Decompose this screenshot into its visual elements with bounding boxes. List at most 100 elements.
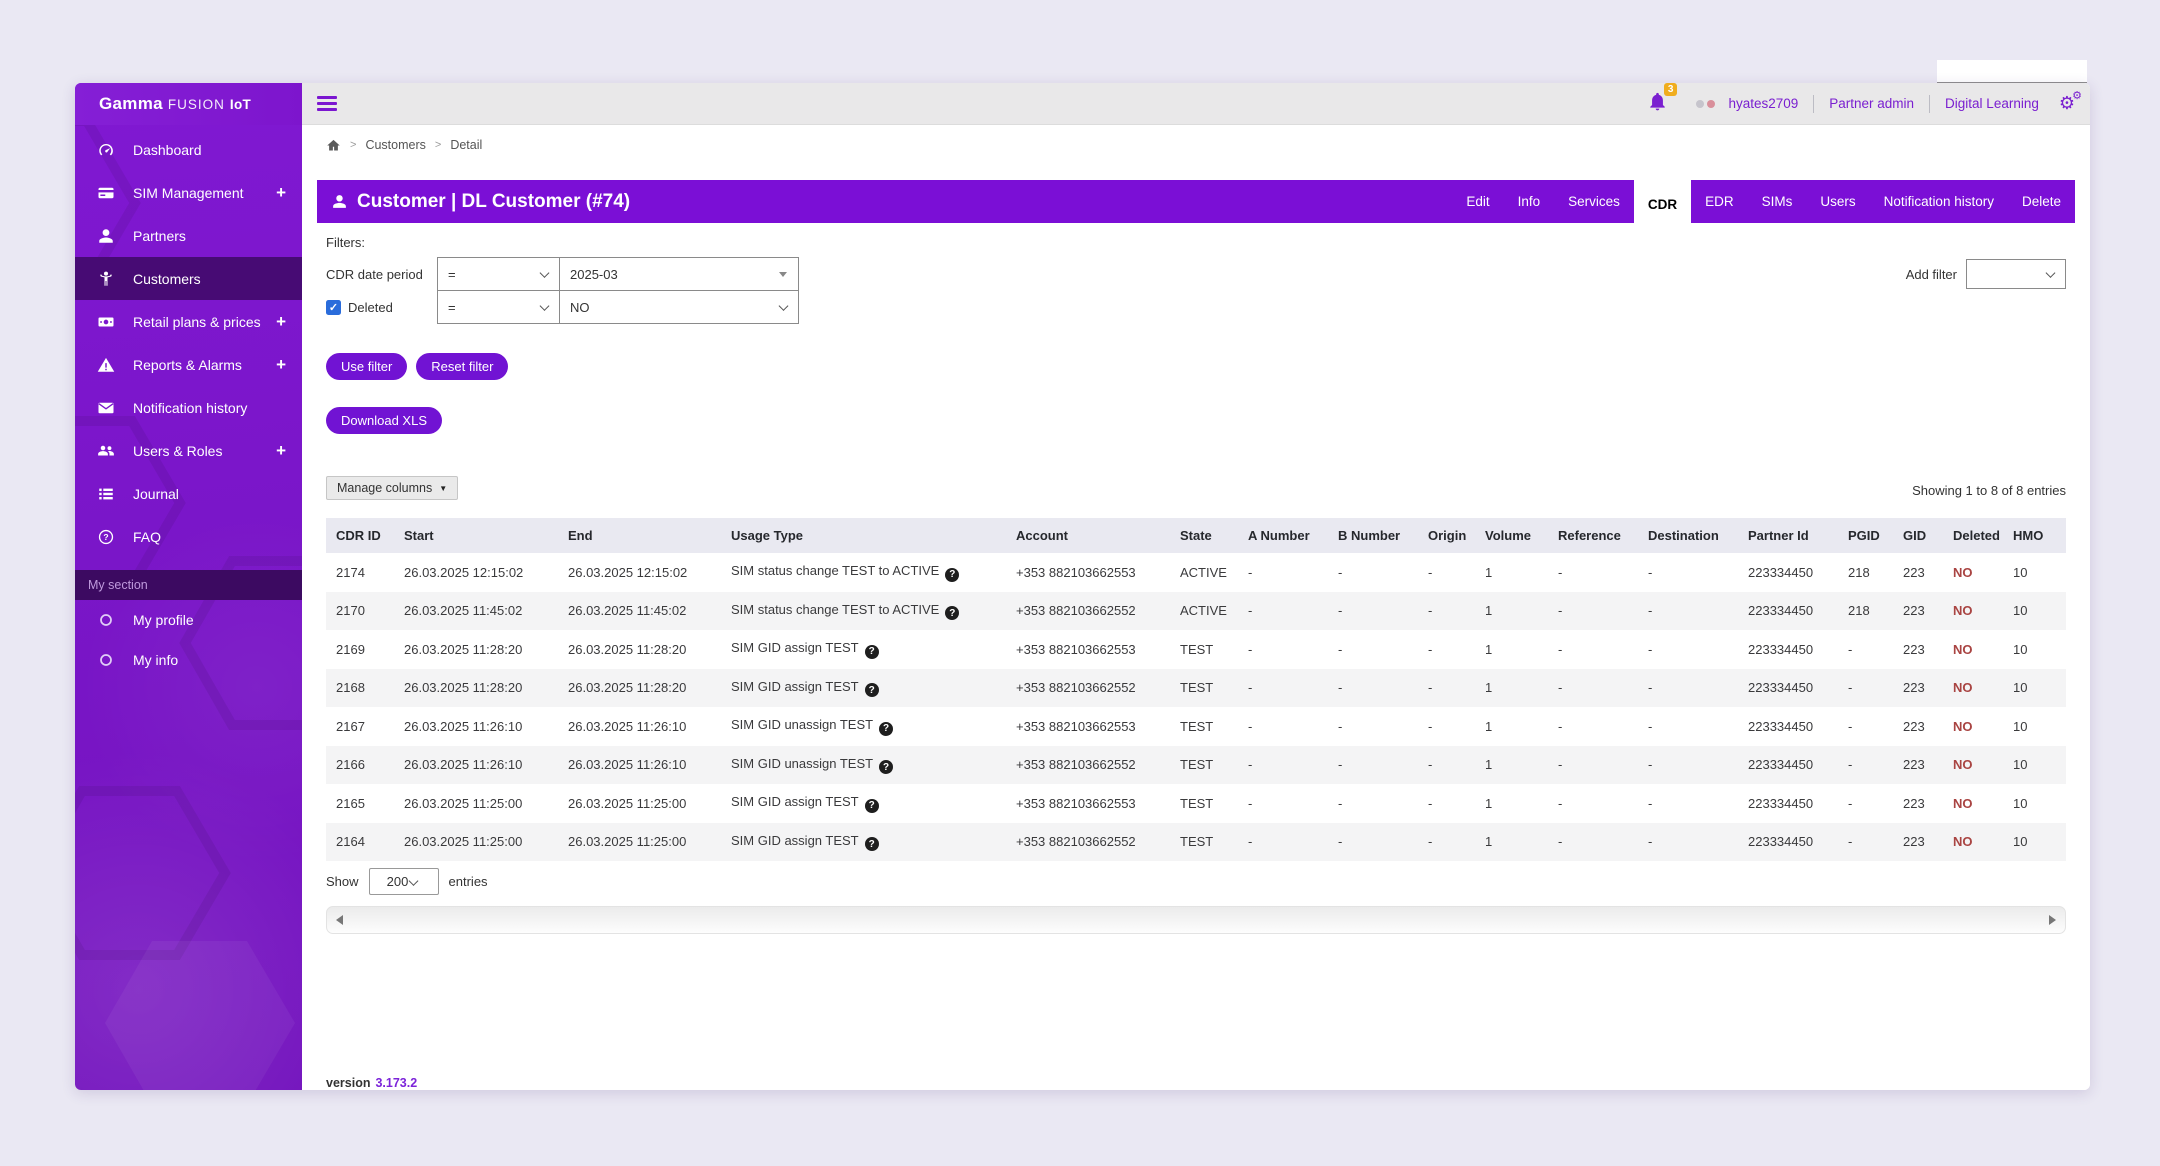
triangle-down-icon bbox=[779, 272, 787, 277]
help-icon[interactable]: ? bbox=[945, 568, 959, 582]
sidebar-item-reports-alarms[interactable]: Reports & Alarms+ bbox=[75, 343, 302, 386]
help-icon[interactable]: ? bbox=[865, 683, 879, 697]
column-header-gid[interactable]: GID bbox=[1895, 518, 1945, 553]
help-icon[interactable]: ? bbox=[865, 645, 879, 659]
help-icon[interactable]: ? bbox=[945, 606, 959, 620]
expand-plus-icon[interactable]: + bbox=[276, 355, 286, 375]
download-xls-button[interactable]: Download XLS bbox=[326, 407, 442, 434]
column-header-start[interactable]: Start bbox=[396, 518, 560, 553]
cell-end: 26.03.2025 12:15:02 bbox=[560, 553, 723, 592]
horizontal-scrollbar[interactable] bbox=[326, 906, 2066, 934]
tab-services[interactable]: Services bbox=[1554, 180, 1634, 223]
filter-value-select[interactable]: NO bbox=[559, 290, 799, 324]
help-icon[interactable]: ? bbox=[879, 760, 893, 774]
column-header-destination[interactable]: Destination bbox=[1640, 518, 1740, 553]
sidebar-item-partners[interactable]: Partners bbox=[75, 214, 302, 257]
tab-delete[interactable]: Delete bbox=[2008, 180, 2075, 223]
tab-users[interactable]: Users bbox=[1806, 180, 1869, 223]
tab-cdr[interactable]: CDR bbox=[1634, 180, 1691, 229]
settings-gears-icon[interactable]: ⚙⚙ bbox=[2059, 95, 2075, 113]
version-value[interactable]: 3.173.2 bbox=[375, 1076, 417, 1090]
filter-operator-select[interactable]: = bbox=[437, 257, 560, 291]
tab-edit[interactable]: Edit bbox=[1452, 180, 1503, 223]
tab-notification-history[interactable]: Notification history bbox=[1870, 180, 2008, 223]
notifications-button[interactable]: 3 bbox=[1647, 91, 1668, 117]
cell-volume: 1 bbox=[1477, 592, 1550, 631]
cell-end: 26.03.2025 11:28:20 bbox=[560, 630, 723, 669]
column-header-cdr-id[interactable]: CDR ID bbox=[326, 518, 396, 553]
home-icon[interactable] bbox=[326, 138, 341, 153]
cell-reference: - bbox=[1550, 823, 1640, 862]
avatar bbox=[1694, 96, 1720, 112]
sidebar-item-users-roles[interactable]: Users & Roles+ bbox=[75, 429, 302, 472]
cell-reference: - bbox=[1550, 669, 1640, 708]
checkbox-deleted[interactable]: ✓ bbox=[326, 300, 341, 315]
column-header-a-number[interactable]: A Number bbox=[1240, 518, 1330, 553]
cell-a_number: - bbox=[1240, 630, 1330, 669]
scroll-left-icon[interactable] bbox=[336, 915, 343, 925]
sidebar: Gamma FUSION IoT DashboardSIM Management… bbox=[75, 83, 302, 1090]
sidebar-item-my-info[interactable]: My info bbox=[75, 640, 302, 680]
sidebar-item-faq[interactable]: ?FAQ bbox=[75, 515, 302, 558]
sidebar-item-notification-history[interactable]: Notification history bbox=[75, 386, 302, 429]
filter-value-select[interactable]: 2025-03 bbox=[559, 257, 799, 291]
column-header-reference[interactable]: Reference bbox=[1550, 518, 1640, 553]
sidebar-item-my-profile[interactable]: My profile bbox=[75, 600, 302, 640]
column-header-pgid[interactable]: PGID bbox=[1840, 518, 1895, 553]
cell-a_number: - bbox=[1240, 592, 1330, 631]
breadcrumb-item-customers[interactable]: Customers bbox=[365, 138, 425, 152]
use-filter-button[interactable]: Use filter bbox=[326, 353, 407, 380]
reset-filter-button[interactable]: Reset filter bbox=[416, 353, 508, 380]
filter-operator-select[interactable]: = bbox=[437, 290, 560, 324]
sidebar-item-sim-management[interactable]: SIM Management+ bbox=[75, 171, 302, 214]
cell-hmo: 10 bbox=[2005, 669, 2066, 708]
column-header-end[interactable]: End bbox=[560, 518, 723, 553]
column-header-origin[interactable]: Origin bbox=[1420, 518, 1477, 553]
add-filter-select[interactable] bbox=[1966, 259, 2066, 289]
column-header-hmo[interactable]: HMO bbox=[2005, 518, 2066, 553]
column-header-partner-id[interactable]: Partner Id bbox=[1740, 518, 1840, 553]
expand-plus-icon[interactable]: + bbox=[276, 183, 286, 203]
expand-plus-icon[interactable]: + bbox=[276, 312, 286, 332]
role-link[interactable]: Partner admin bbox=[1829, 96, 1914, 111]
cell-state: ACTIVE bbox=[1172, 553, 1240, 592]
sidebar-item-dashboard[interactable]: Dashboard bbox=[75, 128, 302, 171]
cell-cdr_id: 2167 bbox=[326, 707, 396, 746]
cell-start: 26.03.2025 11:25:00 bbox=[396, 784, 560, 823]
topbar-divider bbox=[1813, 95, 1814, 113]
manage-columns-button[interactable]: Manage columns ▼ bbox=[326, 476, 458, 500]
hamburger-menu-icon[interactable] bbox=[317, 93, 337, 114]
page-size-select[interactable]: 200 bbox=[369, 868, 439, 895]
sidebar-item-customers[interactable]: Customers bbox=[75, 257, 302, 300]
cell-a_number: - bbox=[1240, 553, 1330, 592]
faq-icon: ? bbox=[96, 527, 116, 547]
scroll-right-icon[interactable] bbox=[2049, 915, 2056, 925]
tab-edr[interactable]: EDR bbox=[1691, 180, 1748, 223]
column-header-b-number[interactable]: B Number bbox=[1330, 518, 1420, 553]
filter-row-cdr-date-period: CDR date period=2025-03 bbox=[326, 257, 2066, 291]
sidebar-item-retail-plans-prices[interactable]: Retail plans & prices+ bbox=[75, 300, 302, 343]
help-icon[interactable]: ? bbox=[865, 837, 879, 851]
help-icon[interactable]: ? bbox=[865, 799, 879, 813]
sidebar-item-label: Users & Roles bbox=[133, 443, 276, 459]
help-icon[interactable]: ? bbox=[879, 722, 893, 736]
expand-plus-icon[interactable]: + bbox=[276, 441, 286, 461]
app-logo[interactable]: Gamma FUSION IoT bbox=[75, 83, 302, 125]
table-header-row: CDR IDStartEndUsage TypeAccountStateA Nu… bbox=[326, 518, 2066, 553]
cell-hmo: 10 bbox=[2005, 784, 2066, 823]
column-header-deleted[interactable]: Deleted bbox=[1945, 518, 2005, 553]
tab-info[interactable]: Info bbox=[1504, 180, 1555, 223]
username-link[interactable]: hyates2709 bbox=[1728, 96, 1798, 111]
breadcrumb-item-detail[interactable]: Detail bbox=[450, 138, 482, 152]
organization-link[interactable]: Digital Learning bbox=[1945, 96, 2039, 111]
column-header-usage-type[interactable]: Usage Type bbox=[723, 518, 1008, 553]
column-header-volume[interactable]: Volume bbox=[1477, 518, 1550, 553]
cell-account: +353 882103662552 bbox=[1008, 669, 1172, 708]
column-header-state[interactable]: State bbox=[1172, 518, 1240, 553]
sidebar-item-label: Notification history bbox=[133, 400, 286, 416]
column-header-account[interactable]: Account bbox=[1008, 518, 1172, 553]
cell-start: 26.03.2025 12:15:02 bbox=[396, 553, 560, 592]
page-size-control: Show 200 entries bbox=[326, 868, 2066, 895]
sidebar-item-journal[interactable]: Journal bbox=[75, 472, 302, 515]
tab-sims[interactable]: SIMs bbox=[1748, 180, 1807, 223]
